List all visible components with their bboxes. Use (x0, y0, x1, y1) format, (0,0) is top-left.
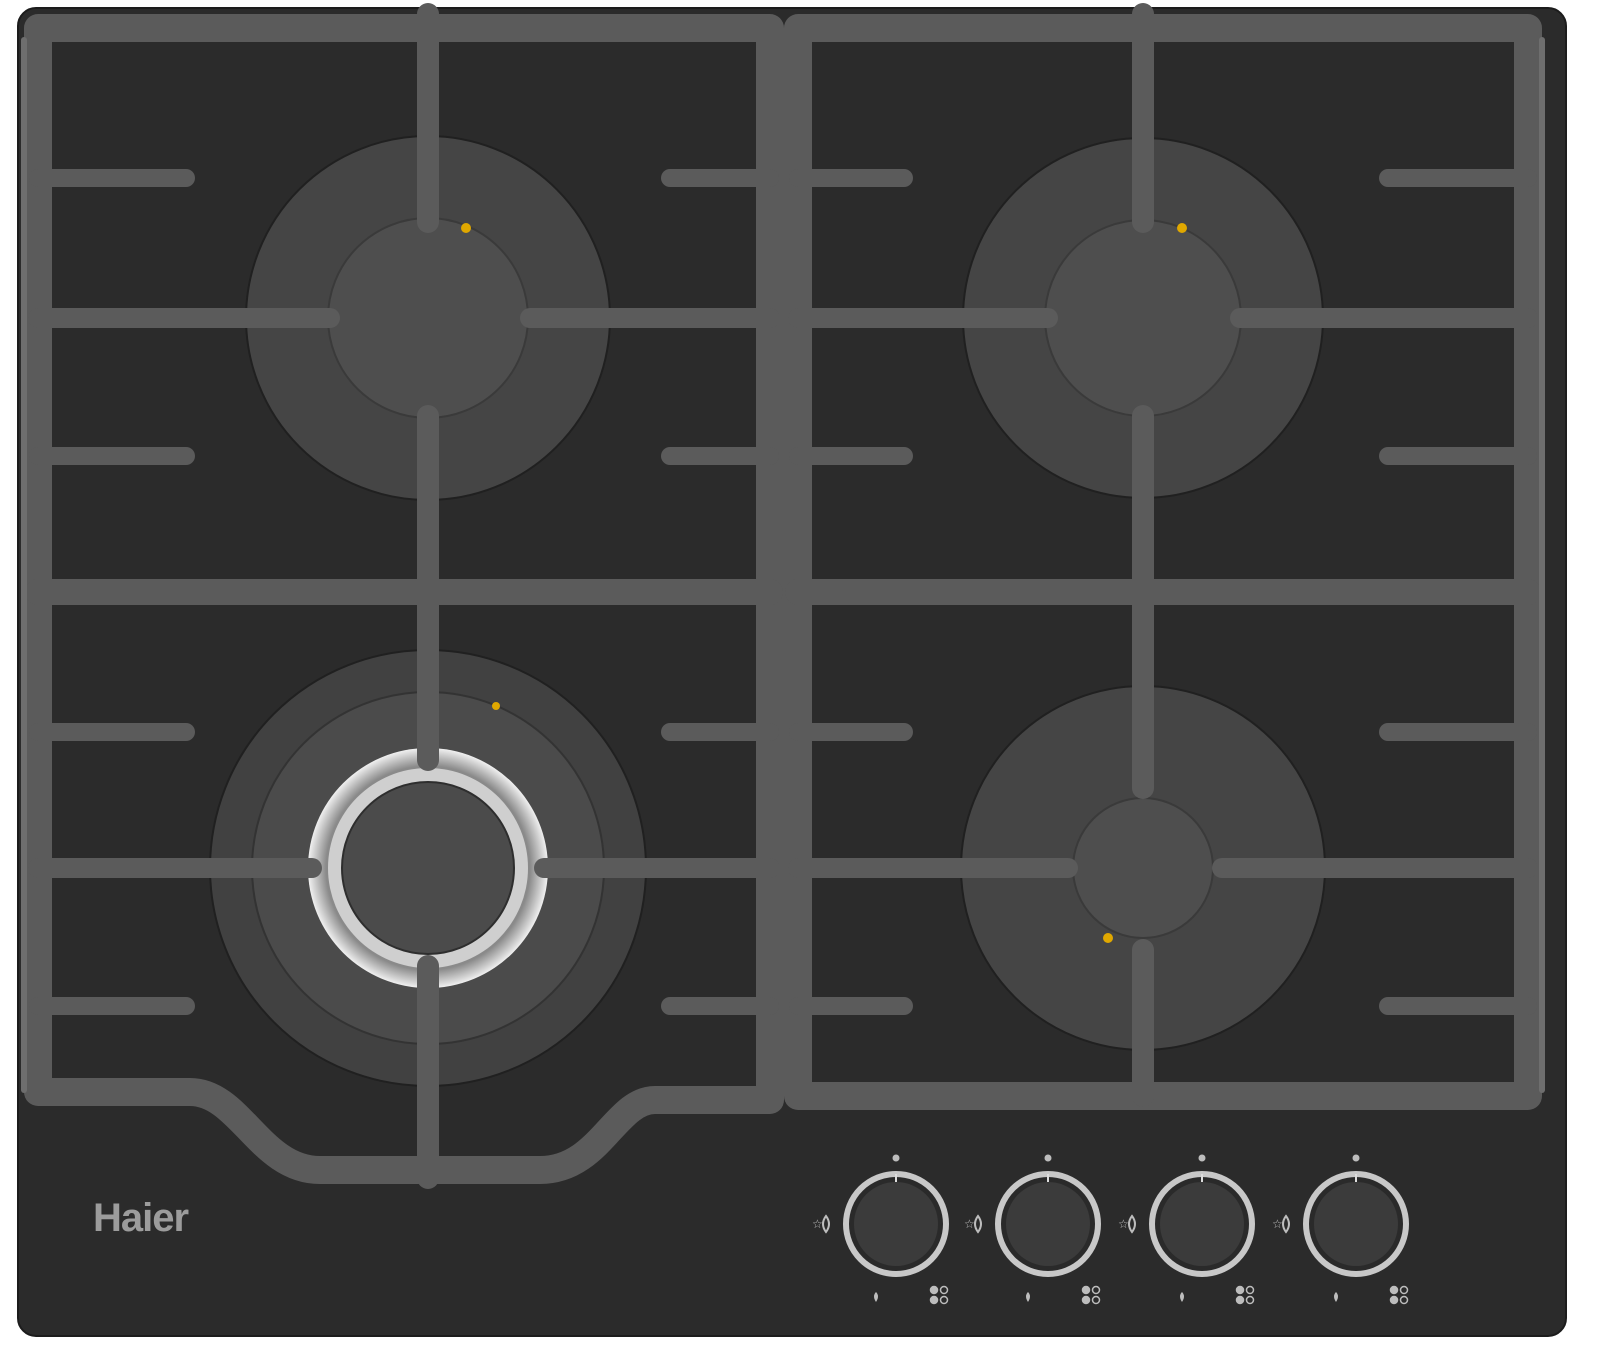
position-dot (1198, 1154, 1206, 1162)
star-icon: ☆ (1272, 1217, 1283, 1231)
star-icon: ☆ (964, 1217, 975, 1231)
gas-hob-photo: ☆ ☆ ☆ ☆ Haier (0, 0, 1598, 1370)
burner-rear-left-cap (327, 217, 529, 419)
burner-rear-right-cap (1044, 219, 1242, 417)
star-icon: ☆ (1118, 1217, 1129, 1231)
knob-face[interactable] (1314, 1182, 1398, 1266)
wok-inner-cap (341, 781, 515, 955)
knob-face[interactable] (854, 1182, 938, 1266)
knob-face[interactable] (1160, 1182, 1244, 1266)
position-dot (1352, 1154, 1360, 1162)
burner-front-right-cap (1072, 797, 1214, 939)
igniter-electrode (1177, 223, 1187, 233)
igniter-electrode (461, 223, 471, 233)
position-dot (892, 1154, 900, 1162)
knob-face[interactable] (1006, 1182, 1090, 1266)
igniter-electrode (492, 702, 500, 710)
igniter-electrode (1103, 933, 1113, 943)
hob-illustration: ☆ ☆ ☆ ☆ (17, 3, 1567, 1337)
brand-logo: Haier (93, 1196, 189, 1240)
star-icon: ☆ (812, 1217, 823, 1231)
position-dot (1044, 1154, 1052, 1162)
